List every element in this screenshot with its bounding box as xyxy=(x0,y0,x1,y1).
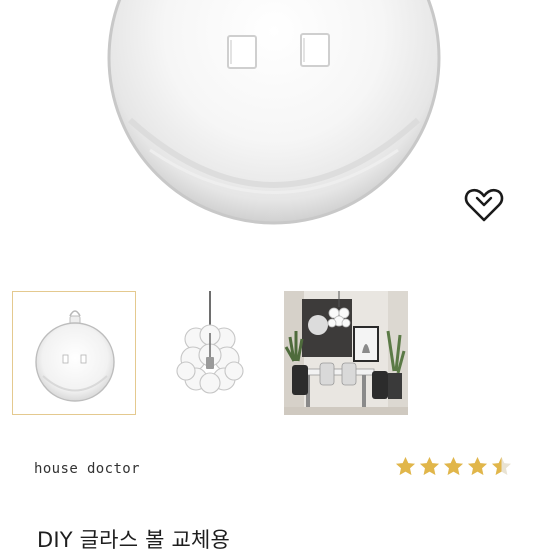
glass-ball-ornament xyxy=(35,310,115,402)
glass-bubble-pendant-lamp xyxy=(176,291,244,394)
star-icon xyxy=(492,457,511,475)
star-icon xyxy=(420,457,439,475)
heart-outline-icon xyxy=(464,188,504,222)
rating-stars xyxy=(395,456,512,478)
dining-room-scene xyxy=(284,291,408,415)
wishlist-button[interactable] xyxy=(464,186,504,224)
thumbnail-2[interactable] xyxy=(148,291,272,415)
star-icon xyxy=(444,457,463,475)
product-title: DIY 글라스 볼 교체용 xyxy=(37,528,231,552)
brand-name: house doctor xyxy=(34,461,140,477)
glass-ball-photo xyxy=(107,0,441,225)
star-icon xyxy=(468,457,487,475)
product-hero-image xyxy=(0,0,555,272)
star-icon xyxy=(396,457,415,475)
thumbnail-3[interactable] xyxy=(284,291,408,415)
thumbnail-1[interactable] xyxy=(12,291,136,415)
